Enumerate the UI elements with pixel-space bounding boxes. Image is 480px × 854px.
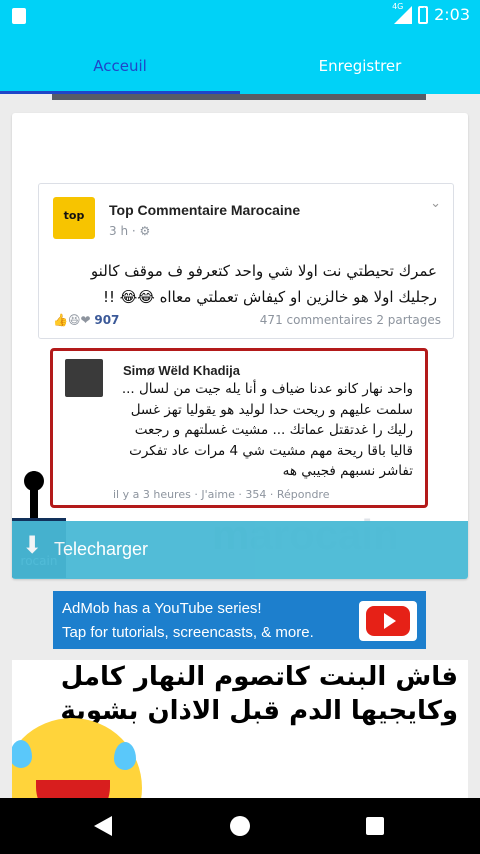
status-indicators: 4G 2:03 — [392, 2, 470, 25]
ad-line-2: Tap for tutorials, screencasts, & more. — [62, 624, 314, 641]
previous-card-edge — [52, 94, 426, 100]
sd-card-icon — [12, 8, 26, 24]
download-button[interactable]: Telecharger — [12, 521, 468, 579]
globe-icon: ⚙ — [139, 224, 151, 238]
back-icon[interactable] — [94, 816, 112, 836]
signal-icon: 4G — [392, 2, 413, 24]
post-time: 3 h · ⚙ — [109, 224, 150, 238]
reaction-icons: 👍😆❤ — [53, 313, 91, 327]
post-text: عمرك تحيطتي نت اولا شي واحد كتعرفو ف موق… — [90, 262, 437, 306]
download-icon — [22, 531, 46, 561]
facebook-post-image: top Top Commentaire Marocaine 3 h · ⚙ ⌄ … — [38, 183, 454, 339]
meme-text: فاش البنت كاتصوم النهار كامل وكايجيها ال… — [60, 662, 458, 726]
post-stats: 471 commentaires 2 partages — [259, 313, 441, 327]
youtube-icon — [359, 601, 417, 641]
tab-bar: Acceuil Enregistrer — [0, 32, 480, 94]
download-label: Telecharger — [54, 539, 149, 559]
page-name: Top Commentaire Marocaine — [109, 202, 301, 218]
post-time-label: 3 h · — [109, 224, 140, 238]
meme-card[interactable]: فاش البنت كاتصوم النهار كامل وكايجيها ال… — [12, 660, 468, 800]
laughing-emoji-icon — [12, 718, 142, 800]
reactions: 👍😆❤ 907 — [53, 313, 119, 327]
page-logo-label: top — [63, 209, 85, 222]
page-logo: top — [53, 197, 95, 239]
status-bar: 4G 2:03 — [0, 0, 480, 32]
highlighted-comment: Simø Wëld Khadija واحد نهار كانو عدنا ضي… — [50, 348, 428, 508]
reactions-count: 907 — [94, 313, 120, 327]
home-icon[interactable] — [230, 816, 250, 836]
tab-enregistrer[interactable]: Enregistrer — [240, 32, 480, 94]
network-label: 4G — [392, 1, 404, 11]
tear-left — [12, 740, 32, 768]
comment-text: واحد نهار كانو عدنا ضياف و أنا يله جيت م… — [121, 381, 413, 479]
avatar — [65, 359, 103, 397]
ad-line-1: AdMob has a YouTube series! — [62, 600, 262, 617]
recents-icon[interactable] — [366, 817, 384, 835]
comment-author: Simø Wëld Khadija — [123, 363, 241, 378]
post-card[interactable]: top Top Commentaire Marocaine 3 h · ⚙ ⌄ … — [12, 113, 468, 579]
battery-icon — [418, 5, 429, 24]
comment-footer: il y a 3 heures · J'aime · 354 · Répondr… — [113, 488, 330, 501]
admob-banner[interactable]: AdMob has a YouTube series! Tap for tuto… — [53, 591, 426, 649]
chevron-down-icon: ⌄ — [430, 196, 441, 211]
tear-right — [114, 742, 136, 770]
tab-acceuil[interactable]: Acceuil — [0, 32, 240, 94]
navigation-bar — [0, 798, 480, 854]
emoji-mouth — [36, 780, 110, 800]
status-time: 2:03 — [434, 5, 470, 24]
